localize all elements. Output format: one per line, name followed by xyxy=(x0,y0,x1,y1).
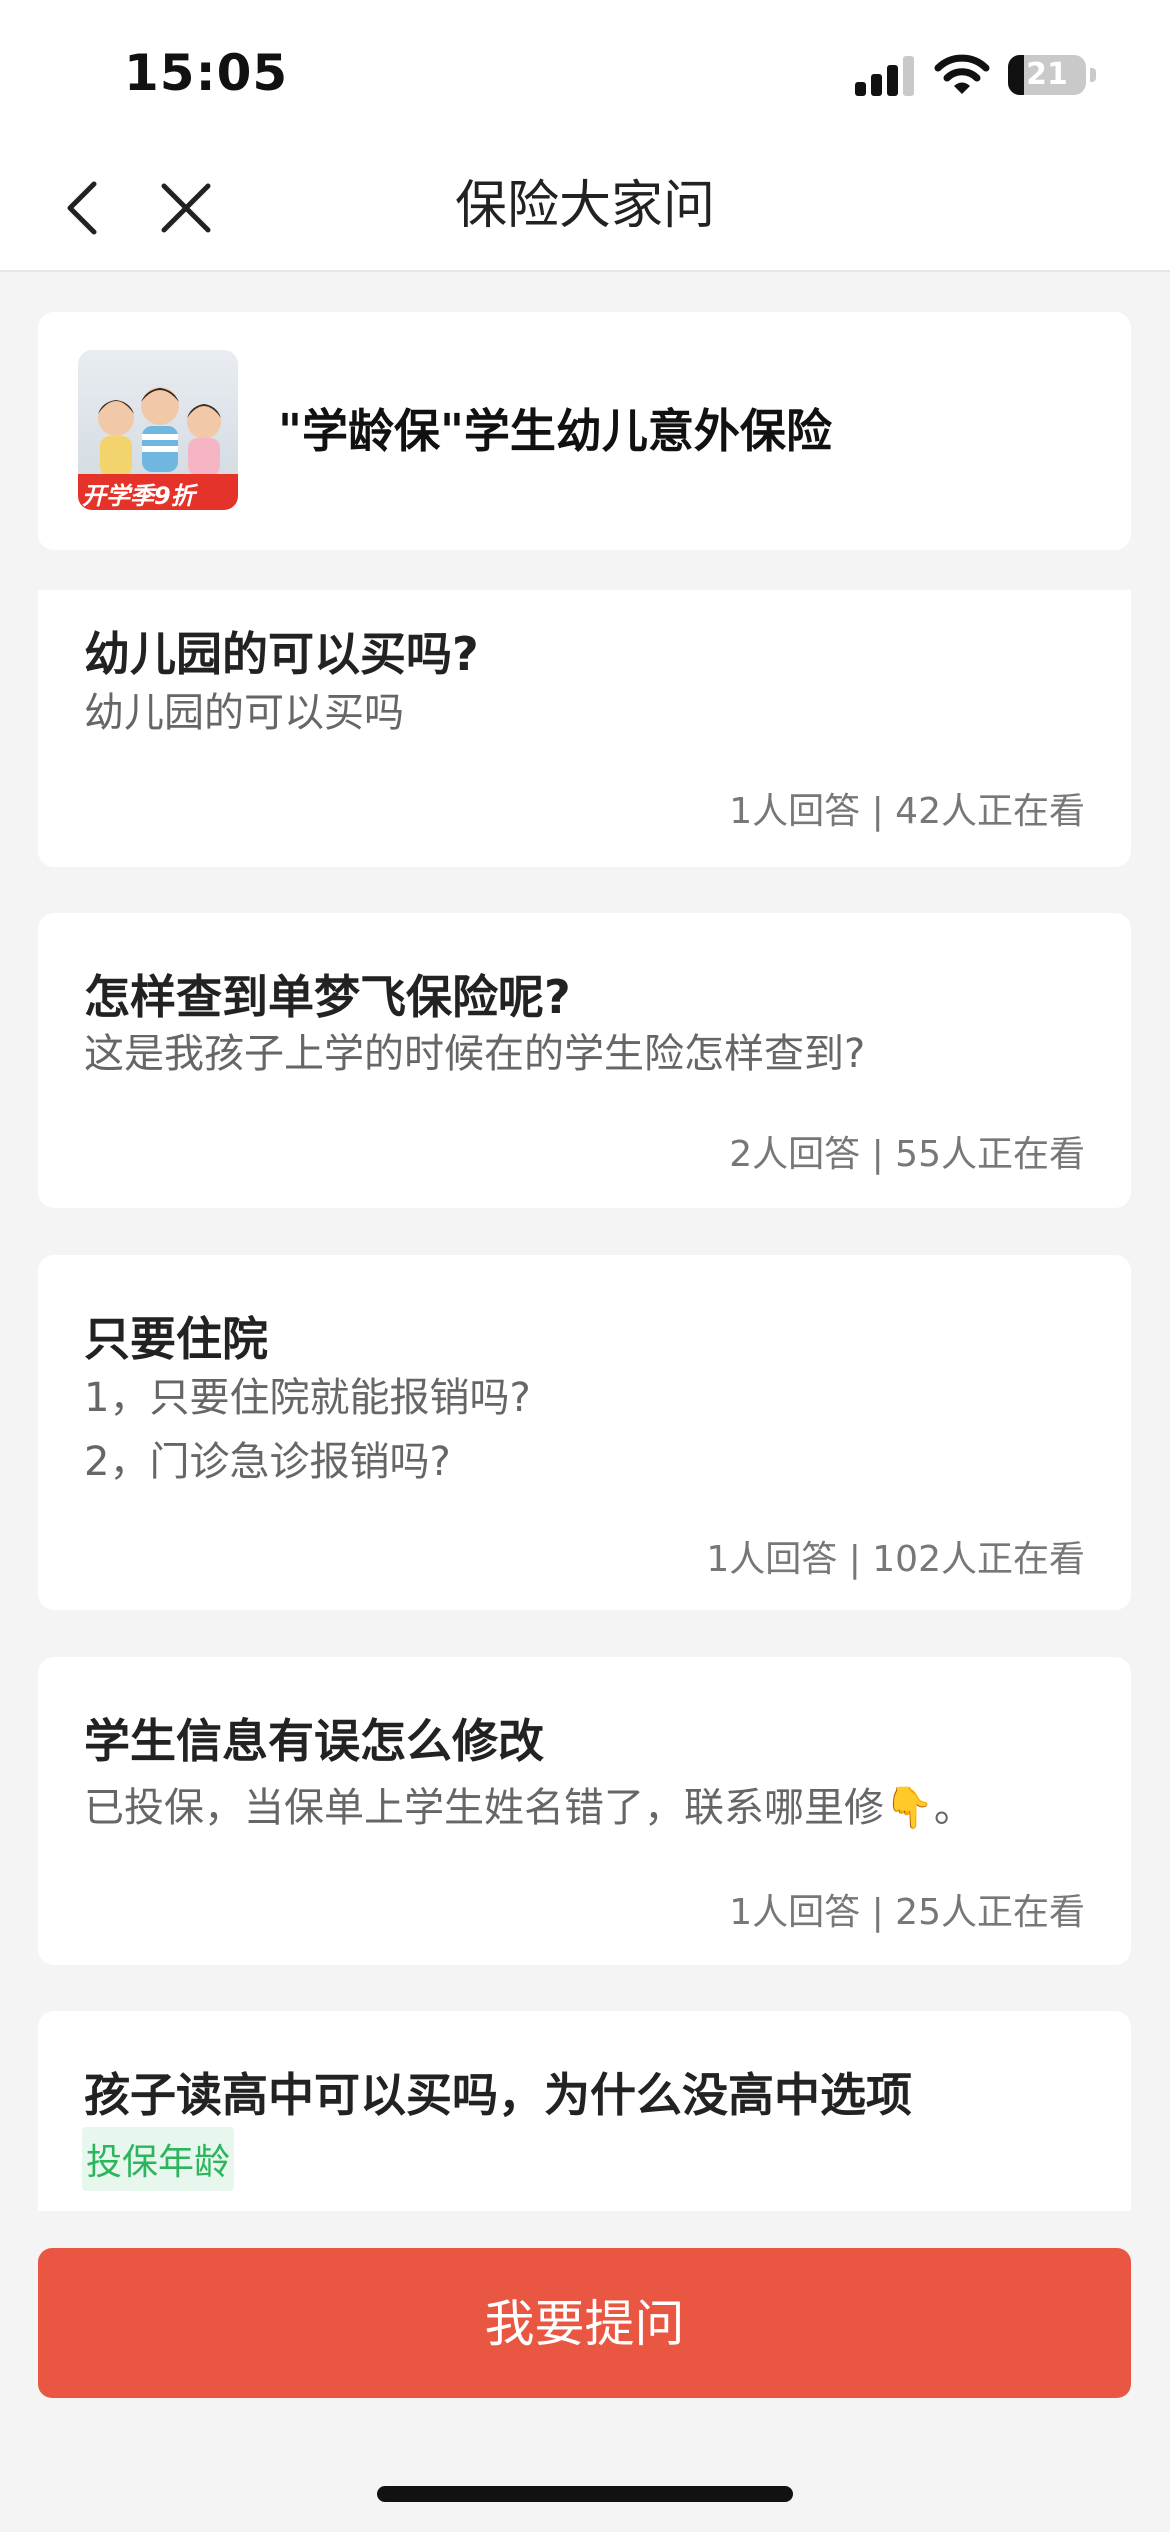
page-title: 保险大家问 xyxy=(454,176,715,236)
product-badge: 开学季9折 xyxy=(82,482,195,510)
question-stats: 1人回答 | 25人正在看 xyxy=(729,1892,1085,1933)
question-title: 学生信息有误怎么修改 xyxy=(84,1714,544,1768)
question-stats: 1人回答 | 42人正在看 xyxy=(729,791,1085,832)
question-card[interactable]: 幼儿园的可以买吗? 幼儿园的可以买吗 1人回答 | 42人正在看 xyxy=(38,590,1131,867)
battery-level: 21 xyxy=(1026,57,1068,92)
question-desc-line: 2，门诊急诊报销吗? xyxy=(84,1439,451,1485)
question-stats: 1人回答 | 102人正在看 xyxy=(706,1539,1085,1580)
wifi-icon xyxy=(934,54,990,94)
home-indicator xyxy=(377,2486,793,2502)
status-bar: 15:05 21 xyxy=(0,0,1170,150)
question-desc-text: 已投保，当保单上学生姓名错了，联系哪里修 xyxy=(84,1785,884,1831)
nav-bar: 保险大家问 xyxy=(0,150,1170,272)
question-desc-end: 。 xyxy=(933,1785,974,1831)
product-thumbnail: 开学季9折 xyxy=(78,350,238,510)
pointing-down-icon: 👇 xyxy=(884,1785,934,1831)
question-title: 怎样查到单梦飞保险呢? xyxy=(84,970,571,1024)
question-desc: 这是我孩子上学的时候在的学生险怎样查到? xyxy=(84,1031,866,1077)
question-desc: 已投保，当保单上学生姓名错了，联系哪里修👇。 xyxy=(84,1775,974,1841)
status-time: 15:05 xyxy=(124,44,289,102)
question-title: 只要住院 xyxy=(84,1312,268,1366)
question-desc: 幼儿园的可以买吗 xyxy=(84,690,404,736)
product-title: "学龄保"学生幼儿意外保险 xyxy=(278,404,832,458)
question-stats: 2人回答 | 55人正在看 xyxy=(729,1134,1085,1175)
battery-icon: 21 xyxy=(1008,55,1096,95)
question-tag[interactable]: 投保年龄 xyxy=(82,2127,235,2191)
ask-question-button[interactable]: 我要提问 xyxy=(38,2248,1131,2398)
cellular-signal-icon xyxy=(855,56,917,96)
question-card[interactable]: 学生信息有误怎么修改 已投保，当保单上学生姓名错了，联系哪里修👇。 1人回答 |… xyxy=(38,1657,1131,1965)
question-card[interactable]: 怎样查到单梦飞保险呢? 这是我孩子上学的时候在的学生险怎样查到? 2人回答 | … xyxy=(38,913,1131,1208)
question-card[interactable]: 只要住院 1，只要住院就能报销吗? 2，门诊急诊报销吗? 1人回答 | 102人… xyxy=(38,1255,1131,1610)
question-card[interactable]: 孩子读高中可以买吗，为什么没高中选项 投保年龄 xyxy=(38,2011,1131,2211)
product-card[interactable]: 开学季9折 "学龄保"学生幼儿意外保险 xyxy=(38,312,1131,550)
question-title: 孩子读高中可以买吗，为什么没高中选项 xyxy=(84,2068,912,2122)
question-desc-line: 1，只要住院就能报销吗? xyxy=(84,1375,531,1421)
question-title: 幼儿园的可以买吗? xyxy=(84,627,479,681)
